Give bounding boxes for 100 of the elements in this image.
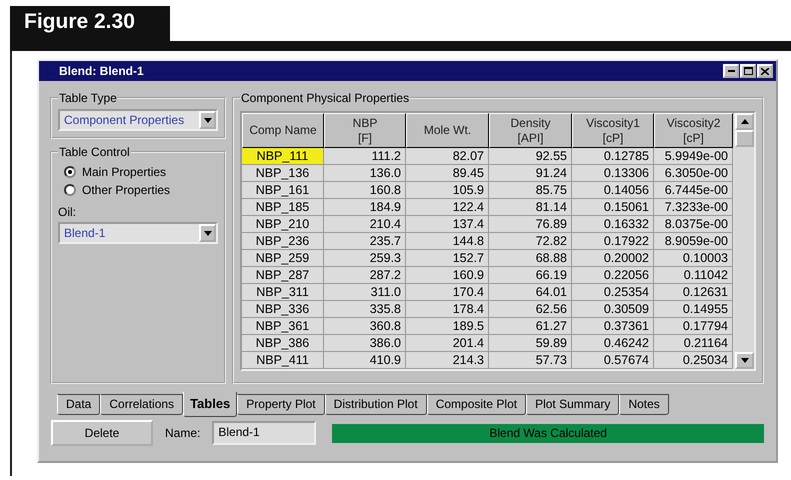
tab[interactable]: Distribution Plot (324, 394, 427, 415)
table-cell: 0.57674 (572, 352, 654, 369)
table-cell: 0.14955 (654, 301, 733, 318)
table-cell: 92.55 (489, 148, 572, 165)
minimize-icon (728, 70, 734, 72)
tab[interactable]: Tables (183, 392, 238, 417)
close-icon (761, 68, 769, 74)
table-cell: 0.13306 (572, 165, 654, 182)
table-cell: 235.7 (324, 233, 406, 250)
table-cell: 8.0375e-00 (654, 216, 733, 233)
table-cell: 136.0 (324, 165, 406, 182)
table-cell: 91.24 (489, 165, 572, 182)
table-cell: 68.88 (489, 250, 572, 267)
table-cell: 335.8 (324, 301, 406, 318)
oil-dropdown[interactable]: Blend-1 (58, 222, 218, 244)
table-cell: NBP_411 (242, 352, 324, 369)
radio-label: Other Properties (82, 183, 170, 197)
table-cell: 76.89 (489, 216, 572, 233)
table-type-dropdown[interactable]: Component Properties (58, 109, 218, 131)
table-cell: 0.12631 (654, 284, 733, 301)
table-cell: 137.4 (406, 216, 489, 233)
table-cell: 184.9 (324, 199, 406, 216)
table-cell: 66.19 (489, 267, 572, 284)
maximize-button[interactable] (740, 64, 756, 78)
tab[interactable]: Property Plot (237, 394, 325, 415)
table-cell: 0.16332 (572, 216, 654, 233)
column-header[interactable]: Density [API] (489, 113, 572, 148)
tab[interactable]: Data (57, 394, 100, 415)
table-cell: 214.3 (406, 352, 489, 369)
window-title: Blend: Blend-1 (59, 64, 144, 78)
column-header[interactable]: Viscosity2 [cP] (654, 113, 733, 148)
table-cell: 82.07 (406, 148, 489, 165)
table-cell: 122.4 (406, 199, 489, 216)
table-cell: 144.8 (406, 233, 489, 250)
scrollbar[interactable] (735, 113, 754, 369)
table-cell: 386.0 (324, 335, 406, 352)
tab[interactable]: Correlations (100, 394, 184, 415)
table-cell: 259.3 (324, 250, 406, 267)
table-cell: 160.8 (324, 182, 406, 199)
table-cell: 311.0 (324, 284, 406, 301)
table-cell: NBP_136 (242, 165, 324, 182)
table-cell: 0.46242 (572, 335, 654, 352)
table-cell: 61.27 (489, 318, 572, 335)
table-cell: 160.9 (406, 267, 489, 284)
radio-button[interactable] (64, 166, 76, 178)
table-cell: 62.56 (489, 301, 572, 318)
column-header[interactable]: NBP [F] (324, 113, 406, 148)
table-cell: 105.9 (406, 182, 489, 199)
status-bar: Blend Was Calculated (332, 424, 764, 442)
table-cell: 89.45 (406, 165, 489, 182)
table-cell: NBP_161 (242, 182, 324, 199)
table-cell: 0.37361 (572, 318, 654, 335)
table-cell: NBP_259 (242, 250, 324, 267)
table-cell: 81.14 (489, 199, 572, 216)
table-cell: 7.3233e-00 (654, 199, 733, 216)
table-cell: 287.2 (324, 267, 406, 284)
scroll-down-icon (740, 358, 748, 363)
table-cell: 0.25034 (654, 352, 733, 369)
tab[interactable]: Composite Plot (426, 394, 526, 415)
group-label: Table Control (58, 145, 131, 159)
minimize-button[interactable] (723, 64, 739, 78)
table-cell: NBP_111 (242, 148, 324, 165)
table-cell: 72.82 (489, 233, 572, 250)
table-cell: NBP_336 (242, 301, 324, 318)
table-cell: NBP_311 (242, 284, 324, 301)
table-cell: 201.4 (406, 335, 489, 352)
table-cell: 0.11042 (654, 267, 733, 284)
scrollbar-thumb[interactable] (735, 130, 754, 147)
group-label: Component Physical Properties (240, 91, 410, 105)
table-cell: NBP_386 (242, 335, 324, 352)
table-cell: 57.73 (489, 352, 572, 369)
column-header[interactable]: Viscosity1 [cP] (572, 113, 654, 148)
oil-label: Oil: (58, 205, 77, 219)
name-field[interactable]: Blend-1 (212, 421, 316, 445)
table-cell: 0.30509 (572, 301, 654, 318)
table-cell: 189.5 (406, 318, 489, 335)
table-cell: 59.89 (489, 335, 572, 352)
name-label: Name: (165, 426, 200, 440)
table-cell: 152.7 (406, 250, 489, 267)
radio-label: Main Properties (82, 165, 166, 179)
delete-button[interactable]: Delete (51, 420, 153, 446)
scroll-up-icon (740, 119, 748, 124)
table-cell: 6.3050e-00 (654, 165, 733, 182)
table-cell: NBP_287 (242, 267, 324, 284)
group-label: Table Type (58, 91, 118, 105)
table-cell: 210.4 (324, 216, 406, 233)
column-header[interactable]: Mole Wt. (406, 113, 489, 148)
close-button[interactable] (757, 64, 773, 78)
maximize-icon (744, 67, 752, 75)
table-cell: 5.9949e-00 (654, 148, 733, 165)
radio-button[interactable] (64, 184, 76, 196)
dropdown-arrow-icon (204, 118, 212, 122)
table-cell: NBP_210 (242, 216, 324, 233)
tab[interactable]: Notes (619, 394, 669, 415)
table-cell: NBP_361 (242, 318, 324, 335)
table-cell: 170.4 (406, 284, 489, 301)
figure-title: Figure 2.30 (10, 6, 170, 41)
tab[interactable]: Plot Summary (526, 394, 620, 415)
column-header[interactable]: Comp Name (242, 113, 324, 148)
table-cell: 64.01 (489, 284, 572, 301)
